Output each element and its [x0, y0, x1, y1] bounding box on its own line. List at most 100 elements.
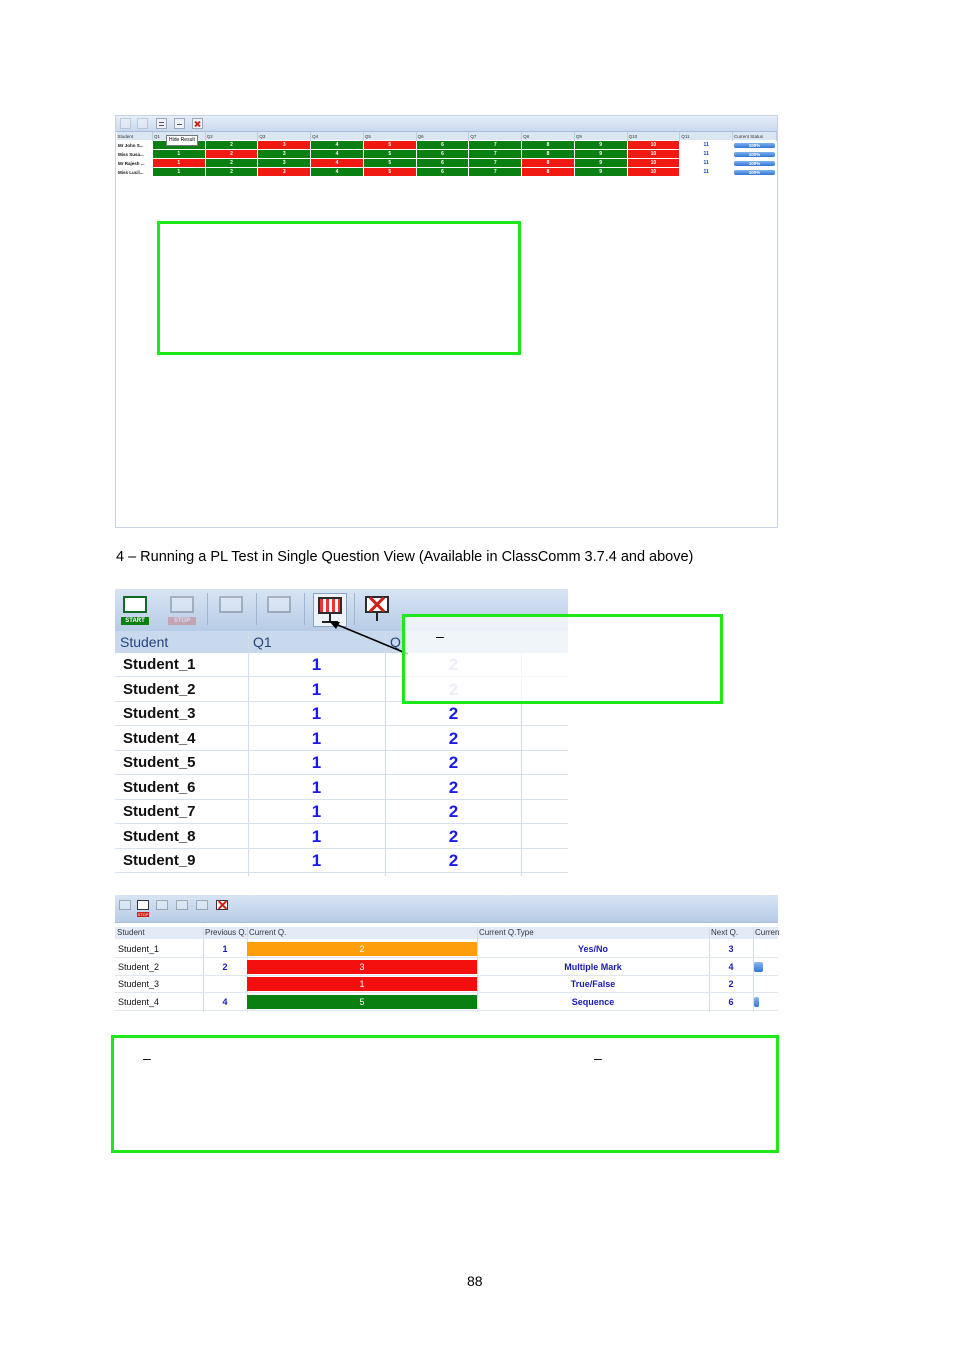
- table-row[interactable]: Mr John S...1234567891011100%: [116, 140, 777, 150]
- callout-overlay: [405, 617, 568, 701]
- pointer-arrow: [329, 621, 409, 655]
- answer-cell: 7: [468, 140, 523, 150]
- header-cell[interactable]: Q4: [310, 132, 364, 141]
- answer-cell: 9: [573, 149, 628, 159]
- table-row[interactable]: Student_3 1 2: [115, 702, 568, 726]
- header-next: Next Q.: [711, 928, 739, 937]
- answer-cell: 8: [521, 158, 575, 168]
- student-name: Student_2: [123, 680, 196, 698]
- table-row[interactable]: Student_8 1 2: [115, 825, 568, 849]
- callout-box: [157, 221, 521, 355]
- q1-answer: 1: [311, 753, 322, 772]
- close-test-icon[interactable]: [215, 898, 229, 918]
- previous-question: [205, 976, 245, 992]
- header-cell[interactable]: Q10: [627, 132, 681, 141]
- header-cell[interactable]: Q11: [679, 132, 734, 141]
- q2-answer: 2: [448, 851, 459, 870]
- start-label: START: [121, 617, 149, 625]
- stop-icon[interactable]: [137, 118, 148, 129]
- status-cell: 100%: [732, 158, 777, 168]
- answer-cell: 11: [679, 149, 734, 159]
- answer-cell: 2: [204, 149, 259, 159]
- student-name: Mr Rajesh ...: [116, 158, 153, 168]
- student-name: Student_5: [123, 754, 196, 771]
- table-row[interactable]: Student_4 1 2: [115, 727, 568, 751]
- table-row[interactable]: Miss Lucil... 1 2 3 4 5 6 7 8 9 10 11 100%: [116, 167, 777, 177]
- close-test-icon[interactable]: [192, 118, 203, 129]
- header-cell[interactable]: Q9: [574, 132, 628, 141]
- table-row[interactable]: Student_2 2 3 Multiple Mark 4: [115, 959, 778, 976]
- start-button[interactable]: START: [119, 593, 151, 625]
- answer-cell: 7: [468, 149, 523, 159]
- table-row[interactable]: Student_3 1 True/False 2: [115, 976, 778, 993]
- status-cell: 100%: [732, 149, 777, 159]
- status-cell: 100%: [732, 167, 777, 177]
- hide-result-icon[interactable]: [174, 118, 185, 129]
- chart-icon[interactable]: [215, 593, 247, 625]
- table-header: Student Q1 Q2 Q3 Q4 Q5 Q6 Q7 Q8 Q9 Q10 Q11 Current S…: [116, 132, 777, 141]
- header-student: Student: [117, 928, 145, 937]
- table-row[interactable]: Student_9 1 2: [115, 849, 568, 873]
- answer-cell: 10: [626, 167, 681, 177]
- current-question: 3: [247, 959, 477, 974]
- answer-cell: 7: [468, 167, 523, 177]
- header-cell[interactable]: Current Status: [732, 132, 777, 141]
- answer-cell: 8: [521, 149, 575, 159]
- q1-answer: 1: [311, 802, 322, 821]
- student-name: Student_4: [123, 729, 196, 747]
- table-row[interactable]: Student_6 1 2: [115, 776, 568, 800]
- start-icon[interactable]: [120, 118, 131, 129]
- table-row[interactable]: Student_1 1 2 Yes/No 3: [115, 941, 778, 958]
- answer-cell: 8: [521, 167, 575, 177]
- header-cell[interactable]: Q7: [468, 132, 523, 141]
- student-name: Mr John S...: [116, 140, 153, 150]
- table-row[interactable]: Mr Rajesh ... 1 2 3 4 5 6 7 8 9 10 11 100%: [116, 158, 777, 168]
- stop-button[interactable]: STOP: [166, 593, 198, 625]
- header-cell[interactable]: Q8: [521, 132, 575, 141]
- answer-cell: 10: [626, 140, 681, 150]
- current-question: 1: [247, 977, 477, 991]
- header-previous: Previous Q.: [205, 928, 247, 937]
- chart-icon[interactable]: [155, 898, 169, 918]
- answer-cell: 4: [310, 167, 364, 177]
- header-cell[interactable]: Q2: [205, 132, 259, 141]
- student-name: Student_2: [118, 961, 160, 972]
- table-row[interactable]: Miss Susa... 1 2 3 4 5 6 7 8 9 10 11 100%: [116, 149, 777, 159]
- callout-dash-right: –: [594, 1050, 602, 1066]
- results-icon[interactable]: [156, 118, 167, 129]
- header-cell[interactable]: Student: [116, 132, 153, 141]
- header-cell[interactable]: Q3: [257, 132, 312, 141]
- table-row[interactable]: Student_5 1 2: [115, 751, 568, 775]
- single-question-view-icon[interactable]: [195, 898, 209, 918]
- answer-cell: 2: [204, 158, 259, 168]
- student-name: Student_4: [118, 996, 160, 1007]
- q2-answer: 2: [448, 753, 459, 772]
- answer-cell: 6: [415, 167, 470, 177]
- results-icon[interactable]: [263, 593, 295, 625]
- start-icon[interactable]: [118, 898, 132, 918]
- previous-question: 1: [222, 944, 228, 954]
- progress-bar: 100%: [734, 142, 775, 148]
- student-name: Student_6: [123, 778, 196, 796]
- answer-cell: 9: [573, 167, 628, 177]
- progress-indicator: [754, 961, 763, 972]
- table-row[interactable]: Student_4 4 5 Sequence 6: [115, 994, 778, 1011]
- answer-cell: 6: [415, 149, 470, 159]
- callout-dash-left: –: [143, 1050, 151, 1066]
- stop-button[interactable]: STOP: [136, 898, 150, 918]
- answer-cell: 3: [257, 140, 312, 150]
- table-row[interactable]: Student_7 1 2: [115, 800, 568, 824]
- answer-cell: 1: [151, 149, 206, 159]
- header-cell[interactable]: Q5: [363, 132, 417, 141]
- page-number: 88: [467, 1273, 483, 1289]
- q1-answer: 1: [311, 728, 322, 748]
- header-student: Student: [120, 634, 169, 650]
- question-type: True/False: [570, 979, 616, 989]
- previous-question: 2: [222, 961, 228, 972]
- answer-cell: 11: [679, 140, 734, 150]
- q2-answer: 2: [448, 802, 459, 821]
- answer-cell: 1: [151, 167, 206, 177]
- results-icon[interactable]: [175, 898, 189, 918]
- progress-bar: 100%: [734, 151, 775, 157]
- header-cell[interactable]: Q6: [416, 132, 470, 141]
